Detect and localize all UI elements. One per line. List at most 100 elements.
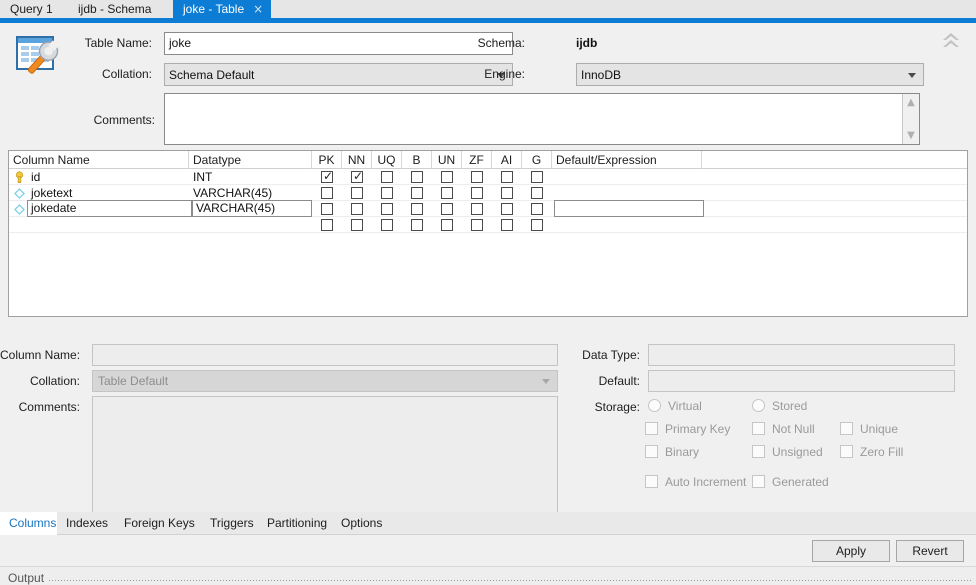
cell-pk-checkbox[interactable] <box>321 203 333 215</box>
cell-uq-checkbox[interactable] <box>381 171 393 183</box>
close-icon[interactable]: × <box>253 3 263 15</box>
storage-stored-radio[interactable]: Stored <box>752 399 807 413</box>
detail-collation-dropdown[interactable]: Table Default <box>92 370 558 392</box>
cell-column-name[interactable] <box>9 217 189 233</box>
grid-col-header-nn[interactable]: NN <box>342 151 372 169</box>
cell-uq-checkbox[interactable] <box>381 187 393 199</box>
cell-b-checkbox[interactable] <box>411 171 423 183</box>
cell-g-checkbox[interactable] <box>531 219 543 231</box>
generated-checkbox[interactable]: Generated <box>752 475 829 489</box>
cell-b-checkbox[interactable] <box>411 187 423 199</box>
cell-pk-checkbox[interactable] <box>321 187 333 199</box>
grid-col-header-b[interactable]: B <box>402 151 432 169</box>
primary-key-checkbox[interactable]: Primary Key <box>645 422 730 436</box>
table-row[interactable]: joketext VARCHAR(45) <box>9 185 967 201</box>
grid-col-header-default[interactable]: Default/Expression <box>552 151 702 169</box>
cell-nn-checkbox[interactable] <box>351 203 363 215</box>
storage-virtual-radio[interactable]: Virtual <box>648 399 702 413</box>
cell-datatype-editing[interactable]: VARCHAR(45) <box>192 200 312 217</box>
zero-fill-checkbox[interactable]: Zero Fill <box>840 445 903 459</box>
cell-column-name[interactable]: id <box>9 169 189 185</box>
cell-b-checkbox[interactable] <box>411 219 423 231</box>
table-row[interactable]: id INT ✓ ✓ <box>9 169 967 185</box>
cell-ai-checkbox[interactable] <box>501 187 513 199</box>
tab-triggers[interactable]: Triggers <box>201 512 258 535</box>
cell-zf-checkbox[interactable] <box>471 219 483 231</box>
grid-col-header-un[interactable]: UN <box>432 151 462 169</box>
cell-g-checkbox[interactable] <box>531 171 543 183</box>
binary-checkbox[interactable]: Binary <box>645 445 699 459</box>
unique-checkbox[interactable]: Unique <box>840 422 898 436</box>
grid-col-header-zf[interactable]: ZF <box>462 151 492 169</box>
collation-dropdown[interactable]: Schema Default <box>164 63 513 86</box>
scroll-up-icon[interactable]: ▲ <box>907 98 915 108</box>
cell-datatype[interactable]: VARCHAR(45) <box>193 185 312 201</box>
detail-column-name-input[interactable] <box>92 344 558 366</box>
cell-un-checkbox[interactable] <box>441 219 453 231</box>
tab-foreign-keys[interactable]: Foreign Keys <box>115 512 201 535</box>
cell-ai-checkbox[interactable] <box>501 219 513 231</box>
tab-label: Query 1 <box>10 2 53 16</box>
collation-label: Collation: <box>101 67 152 81</box>
cell-b-checkbox[interactable] <box>411 203 423 215</box>
cell-default[interactable] <box>556 217 702 233</box>
detail-data-type-input[interactable] <box>648 344 955 366</box>
grid-col-header-pk[interactable]: PK <box>312 151 342 169</box>
cell-pk-checkbox[interactable] <box>321 219 333 231</box>
collapse-panel-button[interactable] <box>938 29 964 53</box>
tab-options[interactable]: Options <box>332 512 390 535</box>
cell-nn-checkbox[interactable] <box>351 187 363 199</box>
grid-col-header-name[interactable]: Column Name <box>9 151 189 169</box>
auto-increment-checkbox[interactable]: Auto Increment <box>645 475 746 489</box>
revert-button[interactable]: Revert <box>896 540 964 562</box>
cell-default[interactable] <box>556 169 702 185</box>
apply-button[interactable]: Apply <box>812 540 890 562</box>
cell-datatype[interactable] <box>193 217 312 233</box>
cell-nn-checkbox[interactable] <box>351 219 363 231</box>
cell-un-checkbox[interactable] <box>441 171 453 183</box>
grid-col-header-ai[interactable]: AI <box>492 151 522 169</box>
table-row[interactable]: jokedate VARCHAR(45) <box>9 200 967 217</box>
tab-indexes[interactable]: Indexes <box>57 512 115 535</box>
detail-comments-field[interactable] <box>92 396 558 526</box>
cell-ai-checkbox[interactable] <box>501 171 513 183</box>
columns-grid[interactable]: Column Name Datatype PK NN UQ B UN ZF AI… <box>8 150 968 317</box>
table-comments-text[interactable] <box>165 94 902 144</box>
grid-col-header-uq[interactable]: UQ <box>372 151 402 169</box>
tab-partitioning[interactable]: Partitioning <box>258 512 332 535</box>
table-comments-field[interactable]: ▲ ▼ <box>164 93 920 145</box>
unsigned-checkbox[interactable]: Unsigned <box>752 445 823 459</box>
cell-nn-checkbox[interactable]: ✓ <box>351 170 363 183</box>
cell-zf-checkbox[interactable] <box>471 171 483 183</box>
cell-pk-checkbox[interactable]: ✓ <box>321 170 333 183</box>
table-row[interactable] <box>9 217 967 233</box>
cell-g-checkbox[interactable] <box>531 203 543 215</box>
scroll-down-icon[interactable]: ▼ <box>907 131 915 141</box>
cell-un-checkbox[interactable] <box>441 187 453 199</box>
collation-value: Schema Default <box>169 67 255 82</box>
cell-column-name[interactable]: joketext <box>9 185 189 201</box>
engine-dropdown[interactable]: InnoDB <box>576 63 924 86</box>
table-name-input[interactable]: joke <box>164 32 513 55</box>
cell-zf-checkbox[interactable] <box>471 187 483 199</box>
cell-ai-checkbox[interactable] <box>501 203 513 215</box>
tab-columns[interactable]: Columns <box>0 512 57 535</box>
cell-default[interactable] <box>556 185 702 201</box>
cell-zf-checkbox[interactable] <box>471 203 483 215</box>
cell-uq-checkbox[interactable] <box>381 219 393 231</box>
cell-datatype[interactable]: INT <box>193 169 312 185</box>
tab-joke-table[interactable]: joke - Table × <box>173 0 271 18</box>
output-panel-header[interactable]: Output <box>0 566 976 585</box>
tab-ijdb-schema[interactable]: ijdb - Schema <box>68 0 173 18</box>
grid-col-header-g[interactable]: G <box>522 151 552 169</box>
not-null-checkbox[interactable]: Not Null <box>752 422 815 436</box>
cell-un-checkbox[interactable] <box>441 203 453 215</box>
cell-column-name-editing[interactable]: jokedate <box>27 200 192 217</box>
cell-uq-checkbox[interactable] <box>381 203 393 215</box>
comments-scrollbar[interactable]: ▲ ▼ <box>902 94 919 144</box>
cell-g-checkbox[interactable] <box>531 187 543 199</box>
tab-query-1[interactable]: Query 1 <box>0 0 68 18</box>
detail-default-input[interactable] <box>648 370 955 392</box>
grid-col-header-datatype[interactable]: Datatype <box>189 151 312 169</box>
cell-default-editing[interactable] <box>554 200 704 217</box>
